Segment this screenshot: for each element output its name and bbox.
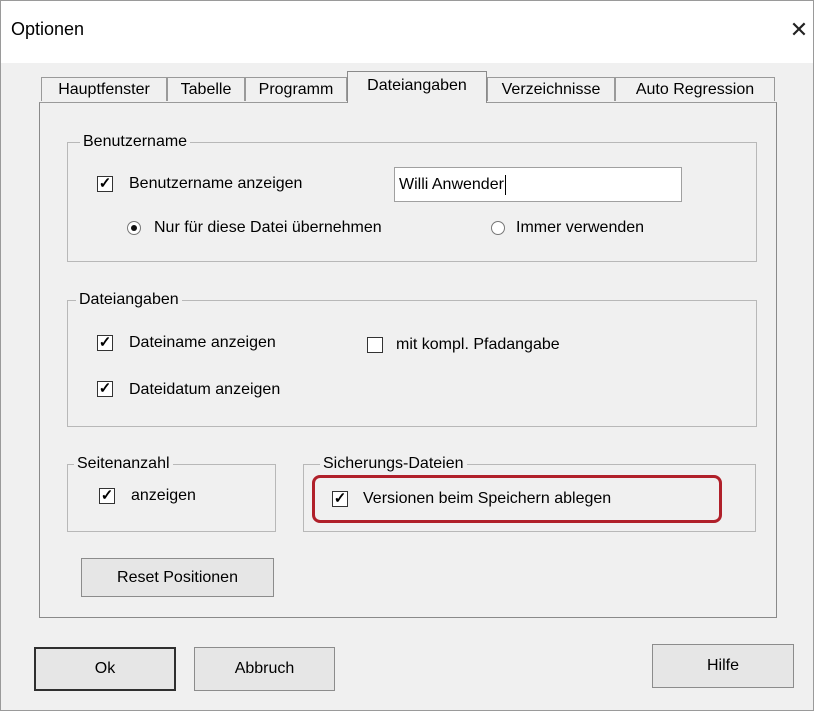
group-legend: Benutzername — [80, 133, 191, 151]
tab-label: Programm — [258, 81, 334, 98]
group-legend: Dateiangaben — [76, 291, 182, 309]
show-filename-label: Dateiname anzeigen — [129, 334, 276, 351]
group-benutzername: Benutzername — [67, 133, 757, 262]
tab-programm[interactable]: Programm — [245, 77, 347, 101]
tab-dateiangaben[interactable]: Dateiangaben — [347, 71, 487, 103]
text-caret — [504, 174, 506, 195]
options-dialog: Optionen ✕ Hauptfenster Tabelle Programm… — [0, 0, 814, 711]
tab-label: Auto Regression — [635, 81, 755, 98]
tab-label: Dateiangaben — [367, 77, 467, 94]
tab-label: Hauptfenster — [58, 81, 150, 98]
show-username-label: Benutzername anzeigen — [129, 175, 303, 192]
radio-always-use[interactable] — [491, 221, 505, 235]
reset-positions-button[interactable]: Reset Positionen — [81, 558, 274, 597]
radio-this-file-label: Nur für diese Datei übernehmen — [154, 219, 382, 236]
group-legend: Seitenanzahl — [74, 455, 173, 473]
username-value: Willi Anwender — [399, 176, 504, 193]
highlight-annotation — [312, 475, 722, 523]
tab-verzeichnisse[interactable]: Verzeichnisse — [487, 77, 615, 101]
button-label: Abbruch — [234, 660, 295, 677]
window-title: Optionen — [11, 19, 85, 39]
show-pagecount-checkbox[interactable]: ✓ — [99, 488, 115, 504]
full-path-checkbox[interactable] — [367, 337, 383, 353]
tab-hauptfenster[interactable]: Hauptfenster — [41, 77, 167, 101]
group-dateiangaben: Dateiangaben — [67, 291, 757, 427]
tab-label: Verzeichnisse — [501, 81, 601, 98]
show-filedate-label: Dateidatum anzeigen — [129, 381, 281, 398]
button-label: Hilfe — [706, 657, 739, 674]
button-label: Reset Positionen — [117, 569, 238, 586]
button-label: Ok — [94, 660, 116, 677]
ok-button[interactable]: Ok — [34, 647, 176, 691]
cancel-button[interactable]: Abbruch — [194, 647, 335, 691]
radio-selected-dot — [131, 225, 137, 231]
full-path-label: mit kompl. Pfadangabe — [396, 336, 560, 353]
tab-tabelle[interactable]: Tabelle — [167, 77, 245, 101]
help-button[interactable]: Hilfe — [652, 644, 794, 688]
title-bar: Optionen ✕ — [1, 1, 813, 63]
group-legend: Sicherungs-Dateien — [320, 455, 467, 473]
radio-always-use-label: Immer verwenden — [516, 219, 645, 236]
tab-auto-regression[interactable]: Auto Regression — [615, 77, 775, 101]
tab-label: Tabelle — [180, 81, 232, 98]
radio-this-file[interactable] — [127, 221, 141, 235]
show-pagecount-label: anzeigen — [131, 487, 196, 504]
show-filename-checkbox[interactable]: ✓ — [97, 335, 113, 351]
username-input[interactable]: Willi Anwender — [394, 167, 682, 202]
show-username-checkbox[interactable]: ✓ — [97, 176, 113, 192]
show-filedate-checkbox[interactable]: ✓ — [97, 381, 113, 397]
close-icon[interactable]: ✕ — [786, 15, 812, 45]
